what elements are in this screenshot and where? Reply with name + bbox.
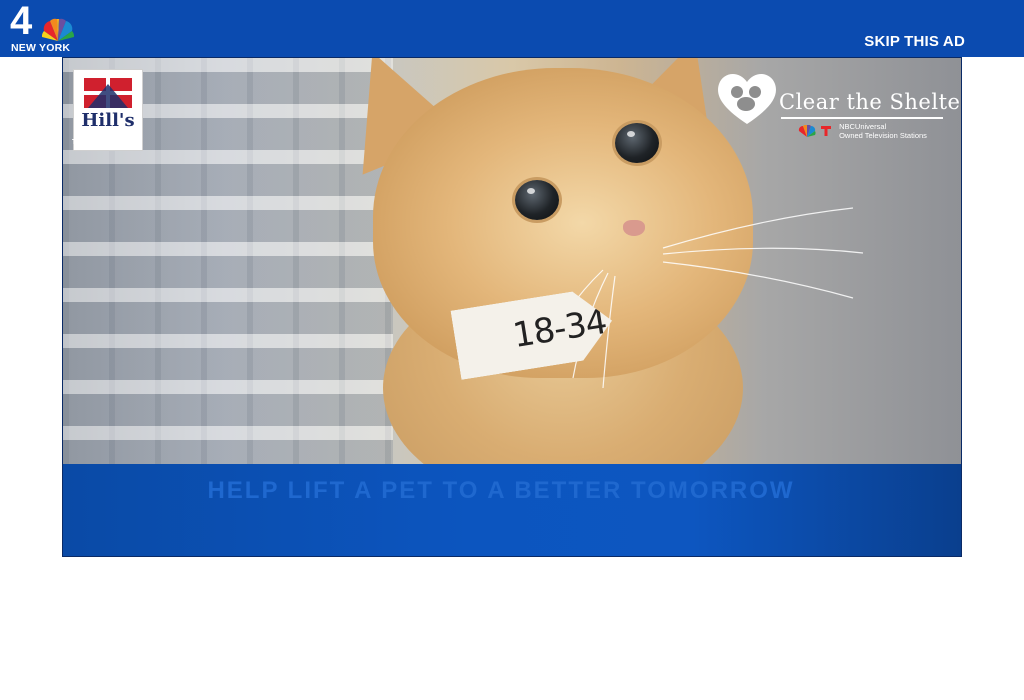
paw-heart-icon xyxy=(718,73,776,124)
nbc4-new-york-logo[interactable]: 4 NEW YORK xyxy=(10,1,80,54)
partner-line-1: NBCUniversal xyxy=(839,122,887,131)
partner-credit: NBCUniversal Owned Television Stations xyxy=(797,122,927,140)
nbc-peacock-icon xyxy=(41,18,75,41)
hills-tagline: Transforming Lives xyxy=(72,137,142,146)
kitten-photo: 18-34 Hill's Transforming Lives Clear th… xyxy=(63,58,961,464)
hills-flag-icon xyxy=(84,78,132,108)
banner-headline: HELP LIFT A PET TO A BETTER TOMORROW xyxy=(207,477,795,504)
clear-the-shelters-logo[interactable]: Clear the Shelters NBCUniversal Owned Te… xyxy=(715,70,961,142)
top-bar: 4 NEW YORK SKIP THIS AD xyxy=(0,0,1024,57)
logo-number: 4 xyxy=(10,0,32,43)
hills-brand: Hill's xyxy=(81,110,135,131)
skip-ad-button[interactable]: SKIP THIS AD xyxy=(864,33,965,50)
ad-banner[interactable]: HELP LIFT A PET TO A BETTER TOMORROW xyxy=(63,464,961,556)
campaign-divider xyxy=(781,117,943,119)
ad-container[interactable]: 18-34 Hill's Transforming Lives Clear th… xyxy=(62,57,962,557)
campaign-title: Clear the Shelters xyxy=(779,90,961,114)
partner-line-2: Owned Television Stations xyxy=(839,131,927,140)
logo-city: NEW YORK xyxy=(11,42,71,54)
nbc-telemundo-icons xyxy=(798,125,831,137)
